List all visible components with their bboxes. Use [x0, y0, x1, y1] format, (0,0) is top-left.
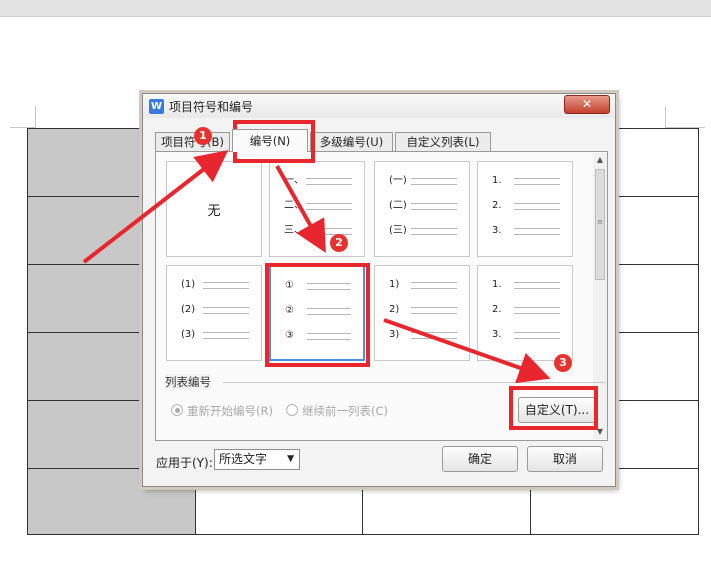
step-badge-3: 3 [554, 354, 572, 372]
step-badge-2: 2 [330, 234, 348, 252]
arrow-to-style [275, 165, 326, 253]
step-badge-1: 1 [194, 127, 212, 145]
tab-numbering[interactable]: 编号(N) [232, 129, 308, 152]
arrow-to-customize [383, 318, 551, 384]
arrow-to-tab [82, 150, 229, 264]
annotation-arrows [82, 150, 551, 384]
